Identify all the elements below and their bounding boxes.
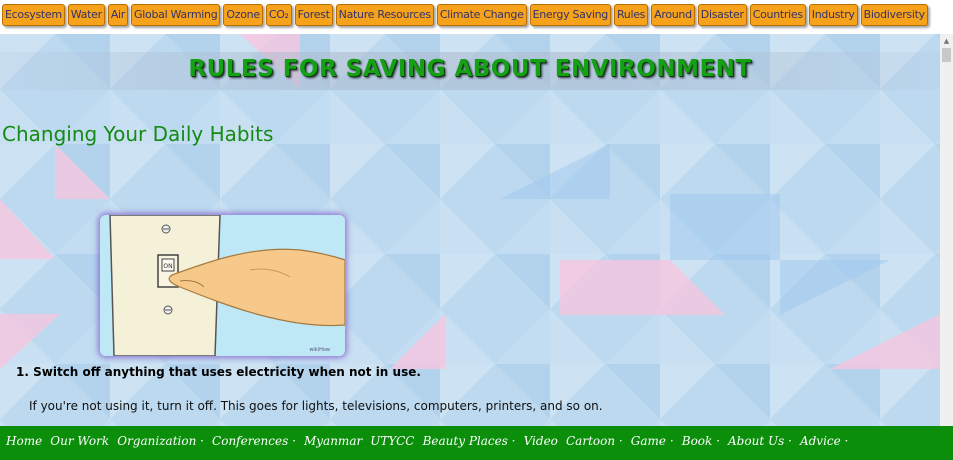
bg-blue-shape	[780, 260, 890, 315]
footer-link-home[interactable]: Home	[6, 426, 42, 456]
bg-pink-shape	[55, 144, 110, 199]
bg-pink-shape	[390, 314, 445, 369]
bg-blue-shape	[500, 144, 610, 199]
light-switch-illustration: ON wikiHow	[100, 215, 345, 356]
bottom-nav: Home Our Work Organization · Conferences…	[0, 426, 953, 460]
footer-link-organization[interactable]: Organization ·	[117, 426, 204, 456]
vertical-scrollbar[interactable]: ▲	[940, 34, 953, 426]
scroll-up-arrow-icon[interactable]: ▲	[940, 34, 953, 48]
section-heading: Changing Your Daily Habits	[2, 122, 274, 146]
nav-tab-biodiversity[interactable]: Biodiversity	[860, 4, 928, 26]
step-title: 1. Switch off anything that uses electri…	[16, 365, 421, 379]
page-title: RULES FOR SAVING ABOUT ENVIRONMENT	[188, 56, 752, 82]
bg-pink-shape	[560, 260, 670, 315]
step-body: If you're not using it, turn it off. Thi…	[29, 399, 603, 413]
nav-tab-rules[interactable]: Rules	[613, 4, 649, 26]
footer-link-utycc[interactable]: UTYCC	[370, 426, 414, 456]
bg-pink-shape	[0, 199, 55, 259]
footer-link-video[interactable]: Video	[524, 426, 558, 456]
scrollbar-thumb[interactable]	[942, 48, 951, 62]
nav-tab-disaster[interactable]: Disaster	[697, 4, 747, 26]
bg-pink-shape	[670, 260, 725, 315]
top-nav: Ecosystem Water Air Global Warming Ozone CO₂ F…	[0, 0, 953, 34]
nav-tab-forest[interactable]: Forest	[294, 4, 333, 26]
nav-tab-countries[interactable]: Countries	[749, 4, 806, 26]
bg-blue-shape	[670, 194, 780, 260]
image-watermark: wikiHow	[309, 347, 330, 353]
nav-tab-global-warming[interactable]: Global Warming	[131, 4, 221, 26]
bg-pink-shape	[830, 314, 940, 369]
nav-tab-ozone[interactable]: Ozone	[223, 4, 263, 26]
nav-tab-water[interactable]: Water	[67, 4, 105, 26]
footer-link-myanmar[interactable]: Myanmar	[304, 426, 362, 456]
content-area[interactable]: RULES FOR SAVING ABOUT ENVIRONMENT Chang…	[0, 34, 940, 426]
footer-link-about-us[interactable]: About Us ·	[728, 426, 792, 456]
bg-pink-shape	[0, 314, 60, 369]
light-switch-image: ON wikiHow	[100, 215, 345, 356]
footer-link-beauty-places[interactable]: Beauty Places ·	[423, 426, 516, 456]
nav-tab-around[interactable]: Around	[651, 4, 695, 26]
nav-tab-co2[interactable]: CO₂	[265, 4, 292, 26]
step-title-text: Switch off anything that uses electricit…	[33, 365, 421, 379]
nav-tab-energy-saving[interactable]: Energy Saving	[529, 4, 611, 26]
footer-link-conferences[interactable]: Conferences ·	[212, 426, 296, 456]
step-number: 1.	[16, 365, 29, 379]
switch-on-label: ON	[163, 263, 172, 270]
nav-tab-ecosystem[interactable]: Ecosystem	[2, 4, 65, 26]
nav-tab-climate-change[interactable]: Climate Change	[436, 4, 527, 26]
nav-tab-air[interactable]: Air	[107, 4, 129, 26]
nav-tab-industry[interactable]: Industry	[808, 4, 858, 26]
footer-link-advice[interactable]: Advice ·	[800, 426, 848, 456]
footer-link-book[interactable]: Book ·	[682, 426, 720, 456]
footer-link-game[interactable]: Game ·	[631, 426, 674, 456]
footer-link-our-work[interactable]: Our Work	[50, 426, 109, 456]
nav-tab-nature-resources[interactable]: Nature Resources	[335, 4, 434, 26]
footer-link-cartoon[interactable]: Cartoon ·	[566, 426, 623, 456]
